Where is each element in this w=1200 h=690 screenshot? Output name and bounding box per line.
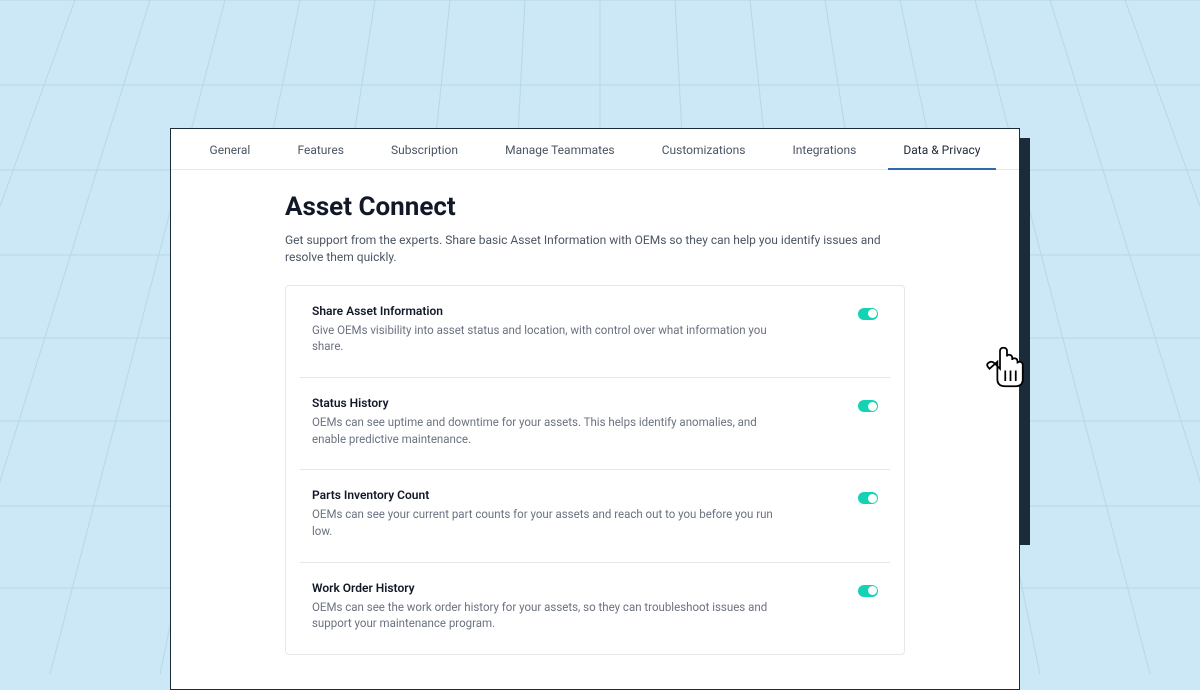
settings-content: Asset Connect Get support from the exper… xyxy=(171,170,1019,689)
settings-window: General Features Subscription Manage Tea… xyxy=(170,128,1020,690)
settings-tabs: General Features Subscription Manage Tea… xyxy=(171,129,1019,170)
row-description: OEMs can see your current part counts fo… xyxy=(312,506,782,539)
asset-connect-card: Share Asset Information Give OEMs visibi… xyxy=(285,285,905,655)
page-subtitle: Get support from the experts. Share basi… xyxy=(285,232,905,267)
row-title: Work Order History xyxy=(312,581,782,595)
toggle-work-order-history[interactable] xyxy=(858,585,878,597)
row-status-history: Status History OEMs can see uptime and d… xyxy=(300,378,890,469)
row-parts-inventory: Parts Inventory Count OEMs can see your … xyxy=(300,469,890,561)
row-title: Parts Inventory Count xyxy=(312,488,782,502)
tab-manage-teammates[interactable]: Manage Teammates xyxy=(482,129,639,169)
tab-subscription[interactable]: Subscription xyxy=(367,129,481,169)
toggle-parts-inventory[interactable] xyxy=(858,492,878,504)
row-work-order-history: Work Order History OEMs can see the work… xyxy=(300,562,890,654)
tab-customizations[interactable]: Customizations xyxy=(638,129,769,169)
tab-data-privacy[interactable]: Data & Privacy xyxy=(880,129,1004,169)
tab-general[interactable]: General xyxy=(186,129,274,169)
row-description: OEMs can see the work order history for … xyxy=(312,599,782,632)
row-description: OEMs can see uptime and downtime for you… xyxy=(312,414,782,447)
row-description: Give OEMs visibility into asset status a… xyxy=(312,322,782,355)
toggle-share-asset-information[interactable] xyxy=(858,308,878,320)
page-title: Asset Connect xyxy=(285,192,905,222)
tab-features[interactable]: Features xyxy=(274,129,368,169)
row-title: Share Asset Information xyxy=(312,304,782,318)
toggle-status-history[interactable] xyxy=(858,400,878,412)
sub-settings: Status History OEMs can see uptime and d… xyxy=(300,377,890,654)
tab-integrations[interactable]: Integrations xyxy=(769,129,880,169)
row-title: Status History xyxy=(312,396,782,410)
row-share-asset-information: Share Asset Information Give OEMs visibi… xyxy=(286,286,904,377)
